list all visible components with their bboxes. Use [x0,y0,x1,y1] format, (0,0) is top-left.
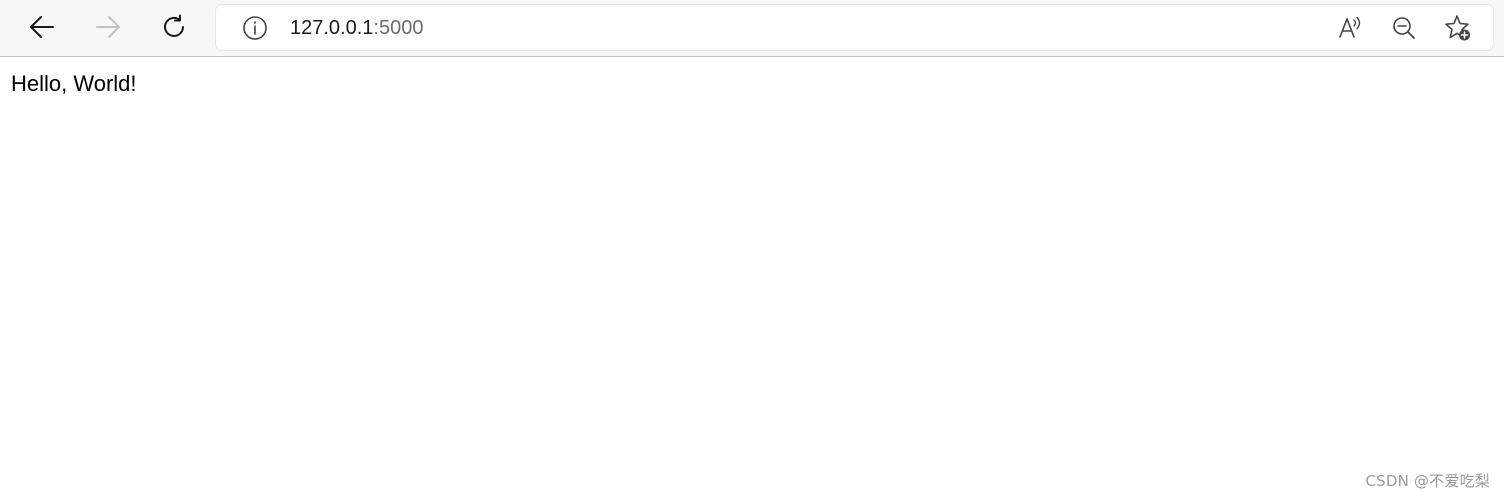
read-aloud-icon [1339,16,1361,38]
url-host: 127.0.0.1 [290,17,374,39]
back-button[interactable] [22,7,62,47]
refresh-button[interactable] [154,7,194,47]
forward-button[interactable] [88,7,128,47]
browser-toolbar: 127.0.0.1:5000 [0,0,1504,57]
read-aloud-button[interactable] [1335,13,1365,43]
zoom-out-icon [1393,17,1415,39]
refresh-icon [164,14,184,37]
page-body-text: Hello, World! [11,71,137,96]
add-favorite-button[interactable] [1443,13,1473,43]
zoom-out-button[interactable] [1389,13,1419,43]
info-icon [243,16,267,40]
url-port: :5000 [373,17,424,39]
arrow-left-icon [30,16,54,38]
arrow-right-icon [96,16,120,38]
watermark-text: CSDN @不爱吃梨 [1365,472,1490,490]
site-info-button[interactable] [242,15,268,41]
url-text[interactable]: 127.0.0.1:5000 [290,14,423,42]
add-favorite-icon [1445,15,1470,41]
